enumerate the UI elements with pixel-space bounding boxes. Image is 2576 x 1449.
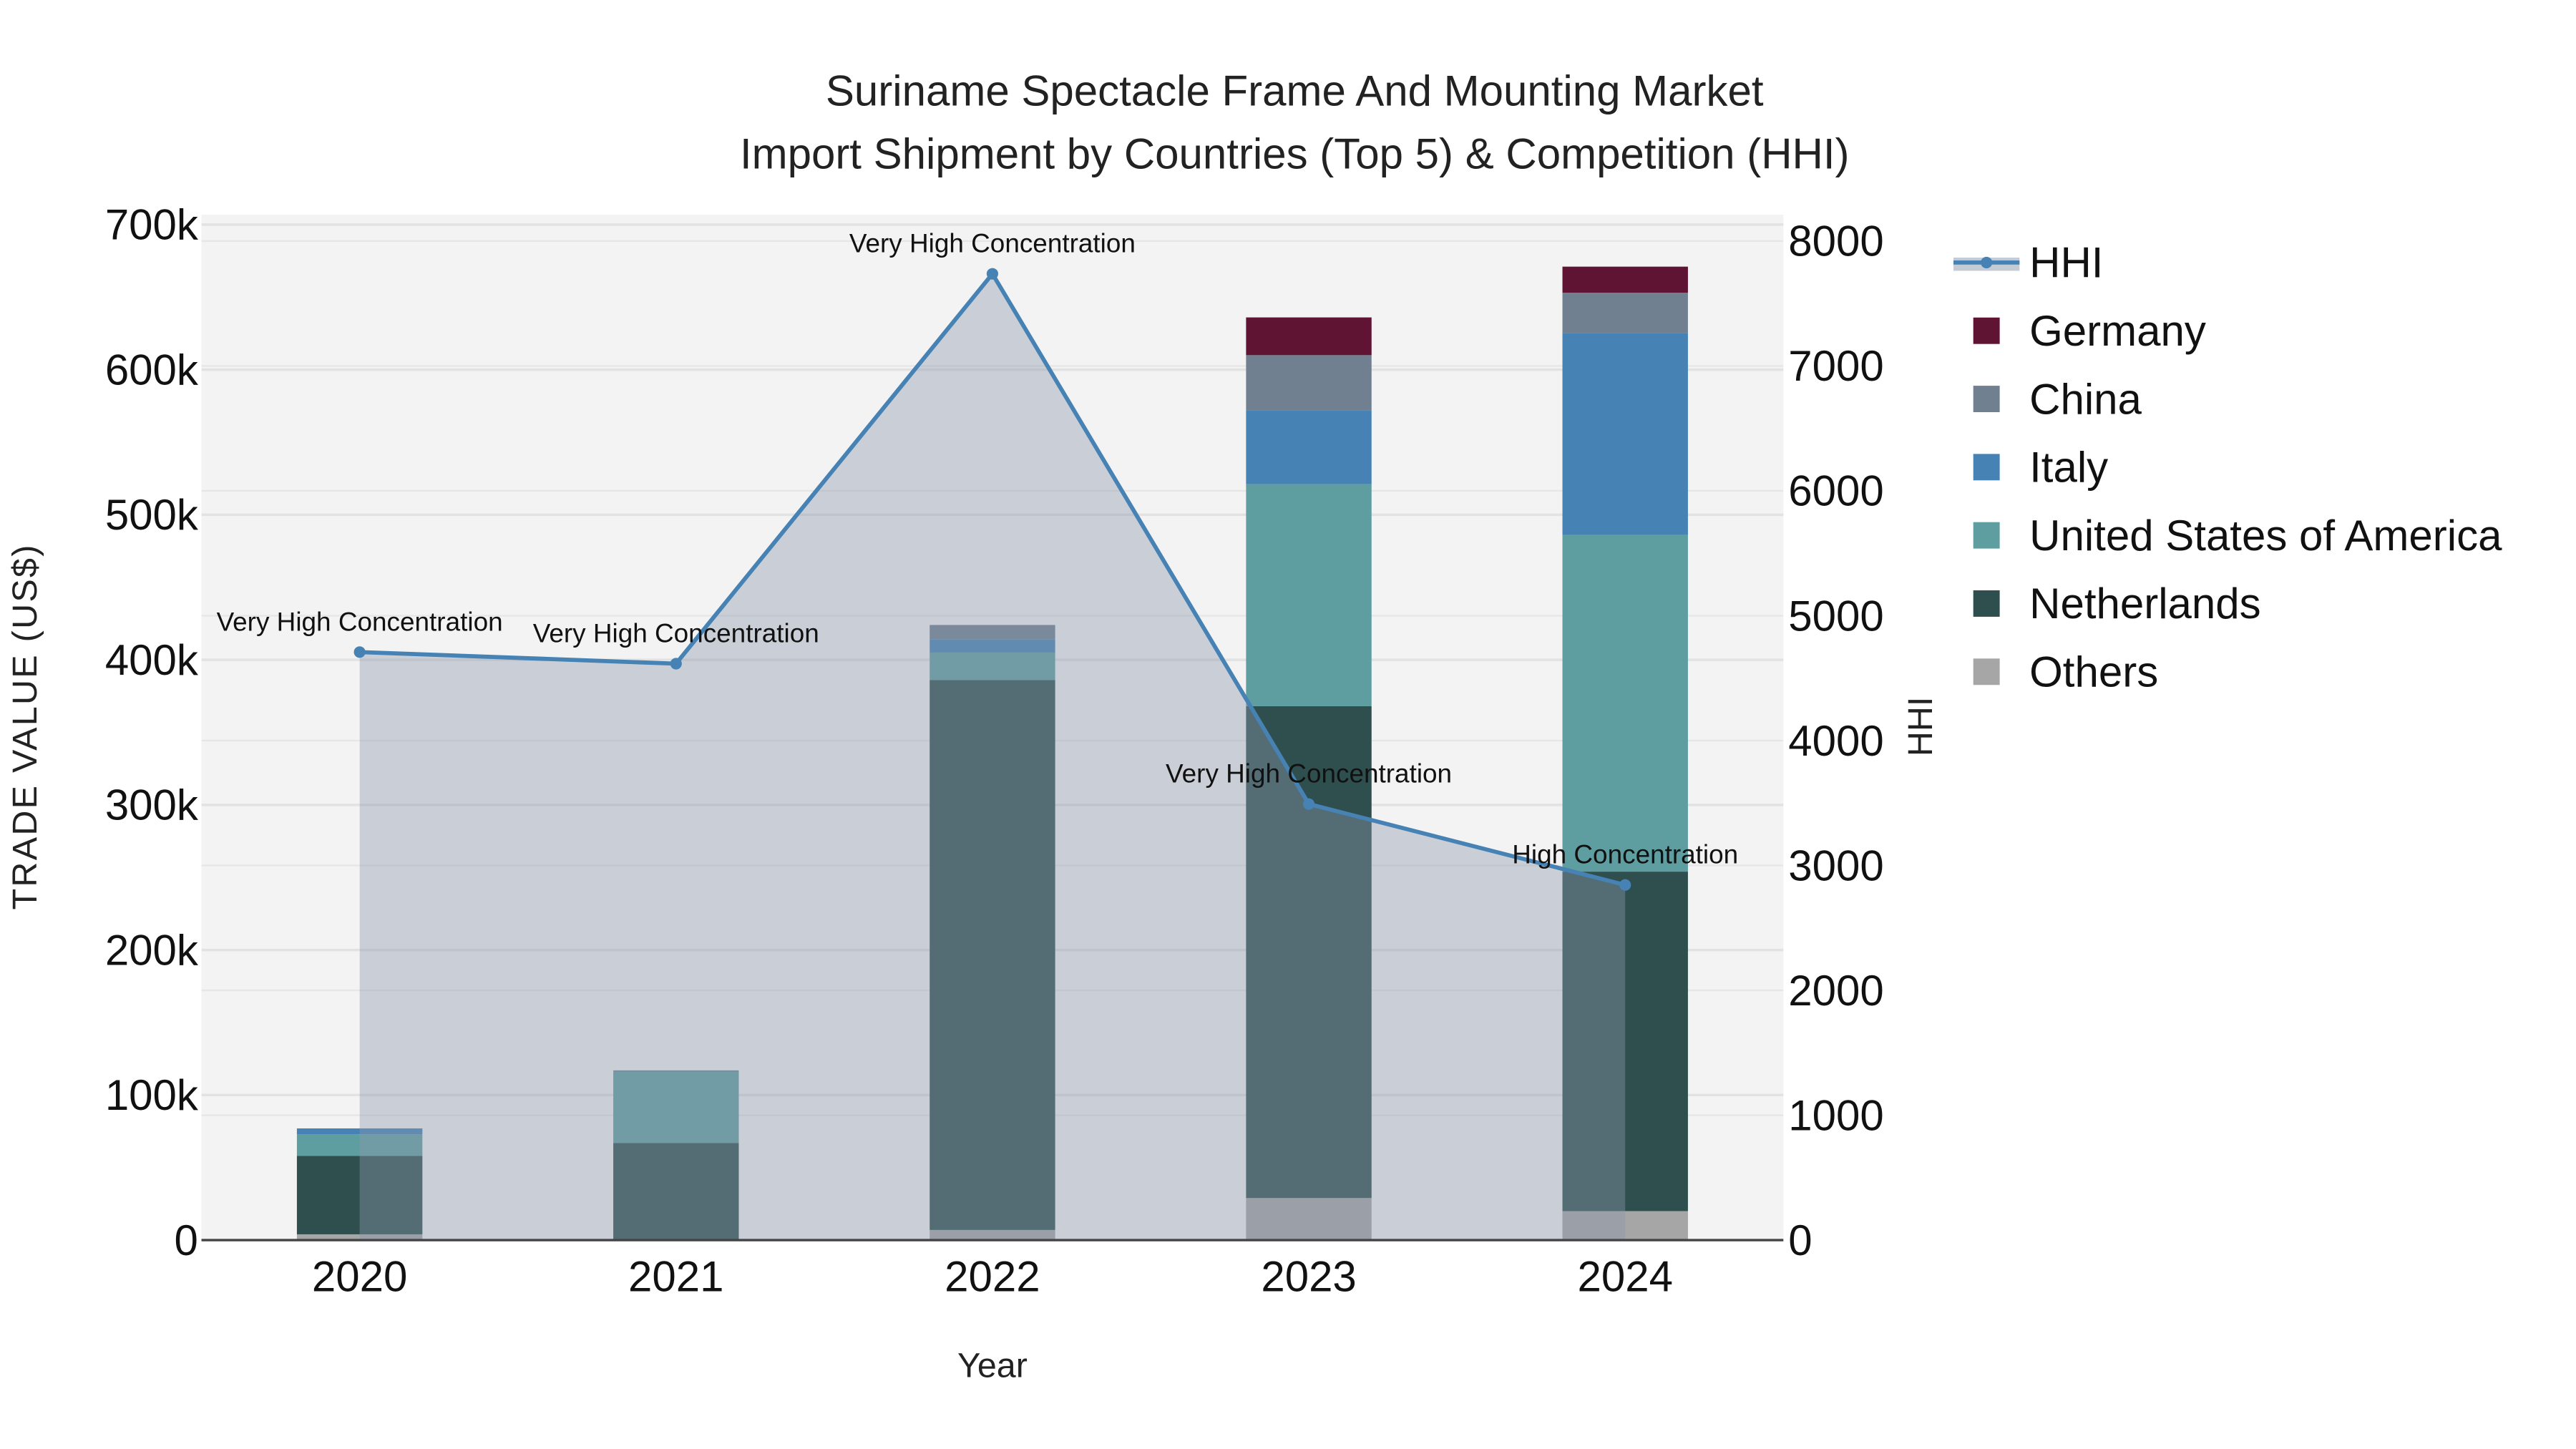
legend-item-china[interactable]: China [1973, 375, 2142, 423]
legend: HHI Germany China Italy United States of Ame… [1953, 239, 2502, 696]
y-tick-label: 100k [105, 1071, 199, 1119]
x-tick-label: 2024 [1577, 1253, 1672, 1301]
hhi-annotation: Very High Concentration [849, 229, 1136, 258]
legend-label: Germany [2029, 307, 2206, 355]
legend-swatch [1973, 454, 2000, 481]
bar-italy-2024 [1562, 333, 1688, 535]
legend-label: Italy [2029, 444, 2108, 492]
y2-tick-label: 5000 [1788, 592, 1883, 640]
y2-tick-label: 6000 [1788, 467, 1883, 515]
legend-item-others[interactable]: Others [1973, 648, 2159, 696]
y-tick-label: 500k [105, 491, 199, 539]
y-axis-ticks: 0 100k 200k 300k 400k 500k 600k 700k [105, 201, 199, 1264]
y2-tick-label: 2000 [1788, 967, 1883, 1015]
legend-swatch [1973, 590, 2000, 617]
hhi-annotation: Very High Concentration [217, 607, 503, 636]
chart: Suriname Spectacle Frame And Mounting Ma… [6, 67, 2502, 1385]
x-axis-ticks: 2020 2021 2022 2023 2024 [312, 1253, 1673, 1301]
legend-label: Netherlands [2029, 580, 2261, 628]
legend-swatch-marker [1981, 256, 1993, 268]
chart-title-line1: Suriname Spectacle Frame And Mounting Ma… [826, 67, 1764, 115]
y2-tick-label: 4000 [1788, 717, 1883, 765]
hhi-point-2024 [1619, 879, 1631, 891]
hhi-point-2022 [986, 268, 998, 280]
y2-axis-label: HHI [1901, 697, 1940, 756]
hhi-point-2021 [670, 658, 682, 670]
legend-label: United States of America [2029, 512, 2502, 560]
y-tick-label: 300k [105, 781, 199, 829]
legend-item-netherlands[interactable]: Netherlands [1973, 580, 2261, 628]
legend-swatch [1973, 317, 2000, 344]
bar-italy-2023 [1246, 410, 1372, 484]
hhi-point-2020 [353, 646, 366, 658]
y-tick-label: 600k [105, 346, 199, 394]
y-axis-label: TRADE VALUE (US$) [6, 543, 44, 909]
legend-item-italy[interactable]: Italy [1973, 444, 2109, 492]
hhi-annotation: Very High Concentration [533, 618, 819, 648]
legend-swatch [1973, 522, 2000, 549]
hhi-point-2023 [1303, 798, 1315, 810]
y-tick-label: 0 [175, 1216, 198, 1264]
legend-label: HHI [2029, 239, 2103, 287]
x-tick-label: 2021 [628, 1253, 723, 1301]
legend-item-hhi[interactable]: HHI [1953, 239, 2103, 287]
y-tick-label: 200k [105, 926, 199, 974]
hhi-annotation: Very High Concentration [1166, 759, 1452, 789]
hhi-annotation: High Concentration [1512, 840, 1738, 869]
y-tick-label: 700k [105, 201, 199, 249]
y2-tick-label: 8000 [1788, 218, 1883, 265]
y2-tick-label: 3000 [1788, 841, 1883, 889]
bar-united-states-of-america-2024 [1562, 535, 1688, 872]
legend-item-united-states-of-america[interactable]: United States of America [1973, 512, 2502, 560]
x-tick-label: 2022 [945, 1253, 1040, 1301]
legend-swatch [1973, 386, 2000, 412]
x-tick-label: 2020 [312, 1253, 407, 1301]
legend-label: Others [2029, 648, 2158, 696]
bar-china-2023 [1246, 355, 1372, 411]
y2-tick-label: 1000 [1788, 1091, 1883, 1139]
y2-tick-label: 7000 [1788, 342, 1883, 390]
y2-axis-ticks: 0 1000 2000 3000 4000 5000 6000 7000 8000 [1788, 218, 1883, 1264]
legend-label: China [2029, 375, 2142, 423]
legend-item-germany[interactable]: Germany [1973, 307, 2206, 355]
y-tick-label: 400k [105, 636, 199, 684]
bar-united-states-of-america-2023 [1246, 484, 1372, 706]
x-tick-label: 2023 [1261, 1253, 1356, 1301]
bar-germany-2023 [1246, 317, 1372, 356]
y2-tick-label: 0 [1788, 1216, 1812, 1264]
chart-title-line2: Import Shipment by Countries (Top 5) & C… [740, 130, 1850, 177]
x-axis-label: Year [957, 1347, 1028, 1385]
bar-china-2024 [1562, 293, 1688, 333]
legend-swatch [1973, 658, 2000, 686]
bar-germany-2024 [1562, 266, 1688, 293]
